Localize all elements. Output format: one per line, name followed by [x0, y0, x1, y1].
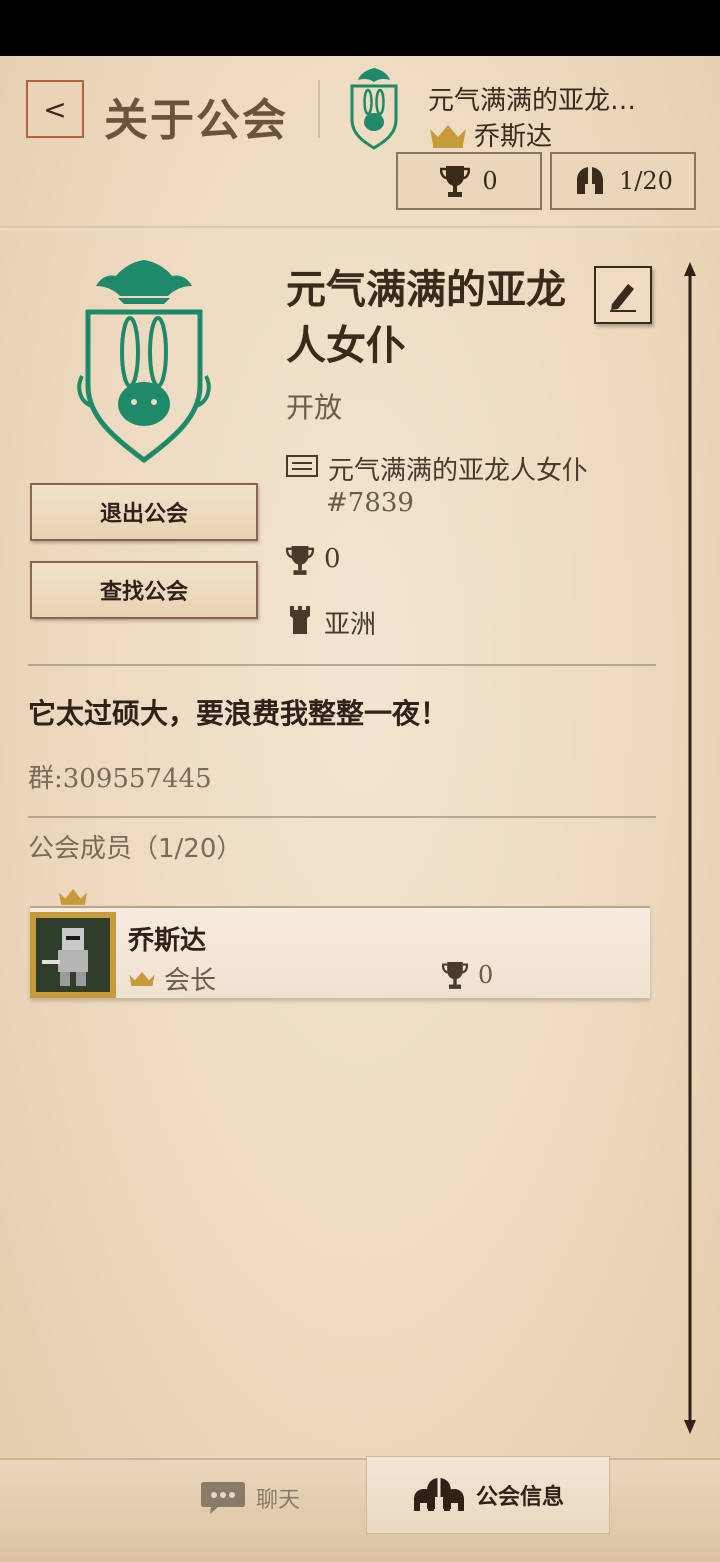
guild-trophy-count: 0: [482, 167, 498, 195]
member-role-row: 会长: [128, 960, 216, 997]
page-title: 关于公会: [104, 95, 288, 146]
guild-group-id: 群:309557445: [28, 764, 212, 794]
header-guild-name: 元气满满的亚龙…: [428, 86, 637, 116]
edit-guild-button[interactable]: [594, 266, 652, 324]
guild-full-name: 元气满满的亚龙人女仆: [328, 456, 589, 486]
back-button[interactable]: <: [26, 80, 84, 138]
header-leader-name: 乔斯达: [474, 122, 553, 152]
guild-member-stat: 1/20: [550, 152, 696, 210]
status-bar: [0, 0, 720, 56]
trophy-icon: [440, 166, 471, 197]
tab-chat[interactable]: 聊天: [150, 1458, 350, 1538]
member-name: 乔斯达: [128, 926, 207, 956]
knight-avatar-icon: [36, 918, 110, 992]
trophy-icon: [286, 546, 314, 575]
leave-guild-button[interactable]: 退出公会: [30, 483, 258, 541]
bottom-tab-bar: [0, 1458, 720, 1562]
member-role: 会长: [164, 966, 217, 996]
member-trophy-count: 0: [478, 961, 494, 989]
member-row[interactable]: 乔斯达 会长 0: [30, 906, 650, 998]
trophy-icon: [442, 962, 468, 989]
member-trophy-row: 0: [442, 960, 493, 990]
header-divider: [318, 80, 320, 138]
leader-crown-icon: [58, 889, 88, 905]
guild-fullname-row: 元气满满的亚龙人女仆: [286, 450, 588, 487]
tower-icon: [290, 606, 310, 634]
chat-bubble-icon: [200, 1482, 245, 1514]
guild-member-count: 1/20: [619, 167, 673, 195]
divider: [28, 664, 656, 666]
guild-trophy-row: 0: [286, 544, 341, 576]
guild-emblem-small-icon: [350, 68, 398, 150]
guild-join-status: 开放: [286, 391, 343, 424]
header-leader-row: 乔斯达: [428, 116, 552, 153]
name-card-icon: [286, 455, 318, 477]
guild-trophy-stat: 0: [396, 152, 542, 210]
helmet-icon: [577, 167, 604, 194]
guild-region: 亚洲: [324, 610, 377, 640]
guild-region-row: 亚洲: [286, 604, 376, 641]
guild-name: 元气满满的亚龙人女仆: [286, 267, 566, 369]
tab-guild-info[interactable]: 公会信息: [366, 1456, 610, 1534]
divider: [28, 816, 656, 818]
find-guild-button[interactable]: 查找公会: [30, 561, 258, 619]
guild-motto: 它太过硕大，要浪费我整整一夜！: [28, 697, 449, 730]
avatar: [30, 912, 116, 998]
crown-icon: [430, 124, 466, 148]
guild-emblem-icon: [77, 260, 211, 464]
guild-tag: #7839: [326, 488, 414, 518]
header-rule: [0, 226, 720, 230]
scrollbar[interactable]: [684, 262, 696, 1434]
crown-icon: [129, 971, 155, 986]
guild-trophy-value: 0: [324, 544, 341, 574]
tab-chat-label: 聊天: [255, 1488, 300, 1513]
pencil-icon: [610, 284, 636, 312]
members-heading: 公会成员（1/20）: [28, 834, 243, 864]
tab-guild-info-label: 公会信息: [475, 1485, 564, 1510]
guild-helmets-icon: [413, 1478, 464, 1511]
